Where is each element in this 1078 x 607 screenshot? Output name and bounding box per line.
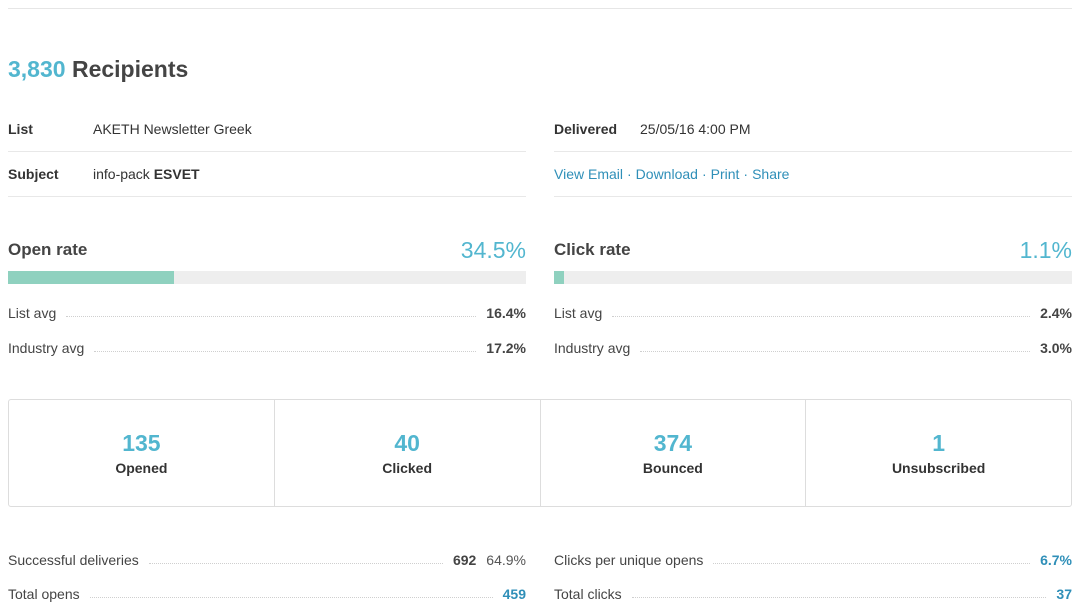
download-link[interactable]: Download	[636, 166, 698, 182]
stat-bounced-value: 374	[653, 430, 693, 456]
dotted-leader	[631, 596, 1047, 598]
dotted-leader	[94, 350, 477, 352]
click-rate-bar	[554, 271, 1072, 284]
subject-value-prefix: info-pack	[93, 166, 150, 182]
link-separator: ·	[701, 166, 707, 182]
dotted-leader	[612, 315, 1031, 317]
email-actions: View Email · Download · Print · Share	[554, 166, 789, 182]
delivered-row: Delivered 25/05/16 4:00 PM	[554, 107, 1072, 152]
dotted-leader	[148, 562, 443, 564]
open-rate-value: 34.5%	[460, 237, 526, 263]
click-rate-title: Click rate	[554, 240, 631, 259]
click-list-avg-value: 2.4%	[1040, 305, 1072, 321]
total-opens-value[interactable]: 459	[503, 586, 526, 602]
total-opens-row: Total opens 459	[8, 585, 526, 603]
open-rate-title: Open rate	[8, 240, 88, 259]
click-rate-value: 1.1%	[1019, 237, 1072, 263]
stat-clicked[interactable]: 40 Clicked	[275, 400, 541, 506]
open-industry-avg-row: Industry avg 17.2%	[8, 339, 526, 357]
open-list-avg-row: List avg 16.4%	[8, 304, 526, 322]
click-industry-avg-row: Industry avg 3.0%	[554, 339, 1072, 357]
stat-unsubscribed-value: 1	[932, 430, 946, 456]
total-opens-label: Total opens	[8, 586, 80, 602]
open-list-avg-label: List avg	[8, 305, 57, 321]
stats-summary-box: 135 Opened 40 Clicked 374 Bounced 1 Unsu…	[8, 399, 1072, 507]
stat-clicked-label: Clicked	[382, 460, 433, 476]
email-actions-row: View Email · Download · Print · Share	[554, 152, 1072, 197]
clicks-per-unique-row: Clicks per unique opens 6.7%	[554, 551, 1072, 569]
successful-deliveries-pct: 64.9%	[486, 552, 526, 568]
stat-bounced[interactable]: 374 Bounced	[541, 400, 807, 506]
open-rate-bar	[8, 271, 526, 284]
share-link[interactable]: Share	[752, 166, 789, 182]
click-industry-avg-value: 3.0%	[1040, 340, 1072, 356]
total-clicks-label: Total clicks	[554, 586, 622, 602]
top-divider	[8, 8, 1072, 9]
view-email-link[interactable]: View Email	[554, 166, 623, 182]
list-label: List	[8, 121, 33, 137]
total-clicks-row: Total clicks 37	[554, 585, 1072, 603]
list-value: AKETH Newsletter Greek	[93, 121, 252, 137]
successful-deliveries-label: Successful deliveries	[8, 552, 139, 568]
subject-value-bold: ESVET	[153, 166, 200, 182]
link-separator: ·	[627, 166, 632, 182]
recipient-count: 3,830	[8, 56, 66, 82]
dotted-leader	[66, 315, 477, 317]
delivered-value: 25/05/16 4:00 PM	[640, 121, 751, 137]
recipient-label: Recipients	[71, 56, 189, 82]
subject-label: Subject	[8, 166, 59, 182]
stat-unsubscribed[interactable]: 1 Unsubscribed	[806, 400, 1071, 506]
click-list-avg-label: List avg	[554, 305, 603, 321]
list-row: List AKETH Newsletter Greek	[8, 107, 526, 152]
link-separator: ·	[743, 166, 749, 182]
successful-deliveries-value: 692	[452, 552, 477, 568]
click-list-avg-row: List avg 2.4%	[554, 304, 1072, 322]
delivered-label: Delivered	[554, 121, 618, 137]
print-link[interactable]: Print	[711, 166, 740, 182]
dotted-leader	[89, 596, 493, 598]
dotted-leader	[713, 562, 1031, 564]
stat-opened[interactable]: 135 Opened	[9, 400, 275, 506]
total-clicks-value[interactable]: 37	[1056, 586, 1072, 602]
successful-deliveries-row: Successful deliveries 692 64.9%	[8, 551, 526, 569]
stat-bounced-label: Bounced	[642, 460, 703, 476]
click-industry-avg-label: Industry avg	[554, 340, 631, 356]
open-industry-avg-label: Industry avg	[8, 340, 85, 356]
subject-row: Subject info-pack ESVET	[8, 152, 526, 197]
clicks-per-unique-value: 6.7%	[1040, 552, 1072, 568]
click-rate-bar-fill	[554, 271, 564, 284]
open-list-avg-value: 16.4%	[486, 305, 526, 321]
stat-opened-value: 135	[122, 430, 161, 456]
open-industry-avg-value: 17.2%	[486, 340, 526, 356]
stat-clicked-value: 40	[394, 430, 420, 456]
stat-opened-label: Opened	[115, 460, 168, 476]
stat-unsubscribed-label: Unsubscribed	[891, 460, 986, 476]
open-rate-bar-fill	[8, 271, 174, 284]
dotted-leader	[640, 350, 1031, 352]
subject-value: info-pack ESVET	[93, 166, 200, 182]
clicks-per-unique-label: Clicks per unique opens	[554, 552, 704, 568]
page-title: 3,830 Recipients	[8, 56, 188, 83]
